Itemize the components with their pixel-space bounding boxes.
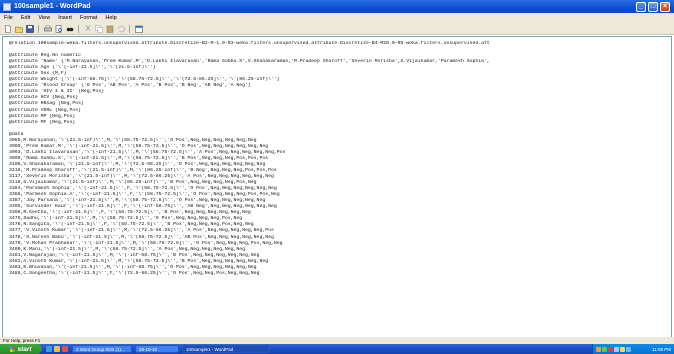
clock: 11:09 PM bbox=[652, 346, 671, 352]
document-text[interactable]: @relation 100sample-weka.filters.unsuper… bbox=[3, 37, 671, 281]
menu-file[interactable]: File bbox=[0, 15, 17, 21]
windows-logo-icon bbox=[10, 346, 16, 352]
ie-icon[interactable] bbox=[46, 346, 52, 352]
menu-edit[interactable]: Edit bbox=[17, 15, 34, 21]
system-tray: 11:09 PM bbox=[592, 344, 674, 354]
tray-icon[interactable] bbox=[614, 346, 619, 352]
menu-help[interactable]: Help bbox=[101, 15, 120, 21]
tray-icon[interactable] bbox=[620, 346, 625, 352]
document-area[interactable]: @relation 100sample-weka.filters.unsuper… bbox=[2, 36, 672, 345]
quick-launch bbox=[46, 346, 68, 352]
task-button-word[interactable]: 2 Word Group 8/30 (1)... bbox=[72, 345, 132, 353]
date-time-icon[interactable] bbox=[134, 24, 143, 33]
minimize-button[interactable]: _ bbox=[636, 1, 646, 12]
save-icon[interactable] bbox=[25, 24, 34, 33]
toolbar-separator bbox=[78, 24, 79, 33]
tray-icon[interactable] bbox=[608, 346, 613, 352]
wordpad-app-icon[interactable] bbox=[3, 2, 11, 11]
menu-view[interactable]: View bbox=[34, 15, 54, 21]
close-button[interactable]: × bbox=[660, 1, 670, 12]
print-preview-icon[interactable] bbox=[54, 24, 63, 33]
tray-icon[interactable] bbox=[626, 346, 631, 352]
toolbar-separator bbox=[38, 24, 39, 33]
cut-icon[interactable] bbox=[83, 24, 92, 33]
title-bar[interactable]: 100sample1 - WordPad _ □ × bbox=[0, 0, 674, 13]
taskbar: start 2 Word Group 8/30 (1)... 28-10-10 … bbox=[0, 344, 674, 354]
open-icon[interactable] bbox=[14, 24, 23, 33]
start-label: start bbox=[17, 345, 32, 353]
toolbar bbox=[0, 23, 674, 35]
undo-icon[interactable] bbox=[116, 24, 125, 33]
tray-icon[interactable] bbox=[596, 346, 601, 352]
paste-icon[interactable] bbox=[105, 24, 114, 33]
toolbar-separator bbox=[129, 24, 130, 33]
tray-icon[interactable] bbox=[602, 346, 607, 352]
start-button[interactable]: start bbox=[0, 344, 42, 354]
print-icon[interactable] bbox=[43, 24, 52, 33]
find-icon[interactable] bbox=[65, 24, 74, 33]
maximize-button[interactable]: □ bbox=[648, 1, 658, 12]
media-icon[interactable] bbox=[62, 346, 68, 352]
copy-icon[interactable] bbox=[94, 24, 103, 33]
task-button-folder[interactable]: 28-10-10 bbox=[135, 345, 179, 353]
folder-icon[interactable] bbox=[54, 346, 60, 352]
window-title: 100sample1 - WordPad bbox=[14, 3, 91, 10]
document-line[interactable]: 3486,C.Sangeetha,'\'(-inf-21.5]\'',F,'\'… bbox=[9, 271, 665, 277]
task-button-wordpad[interactable]: 100sample1 - WordPad bbox=[182, 345, 270, 353]
status-bar: For Help, press F1 bbox=[0, 337, 674, 344]
menu-bar: File Edit View Insert Format Help bbox=[0, 13, 674, 23]
new-document-icon[interactable] bbox=[3, 24, 12, 33]
menu-insert[interactable]: Insert bbox=[54, 15, 76, 21]
menu-format[interactable]: Format bbox=[76, 15, 101, 21]
